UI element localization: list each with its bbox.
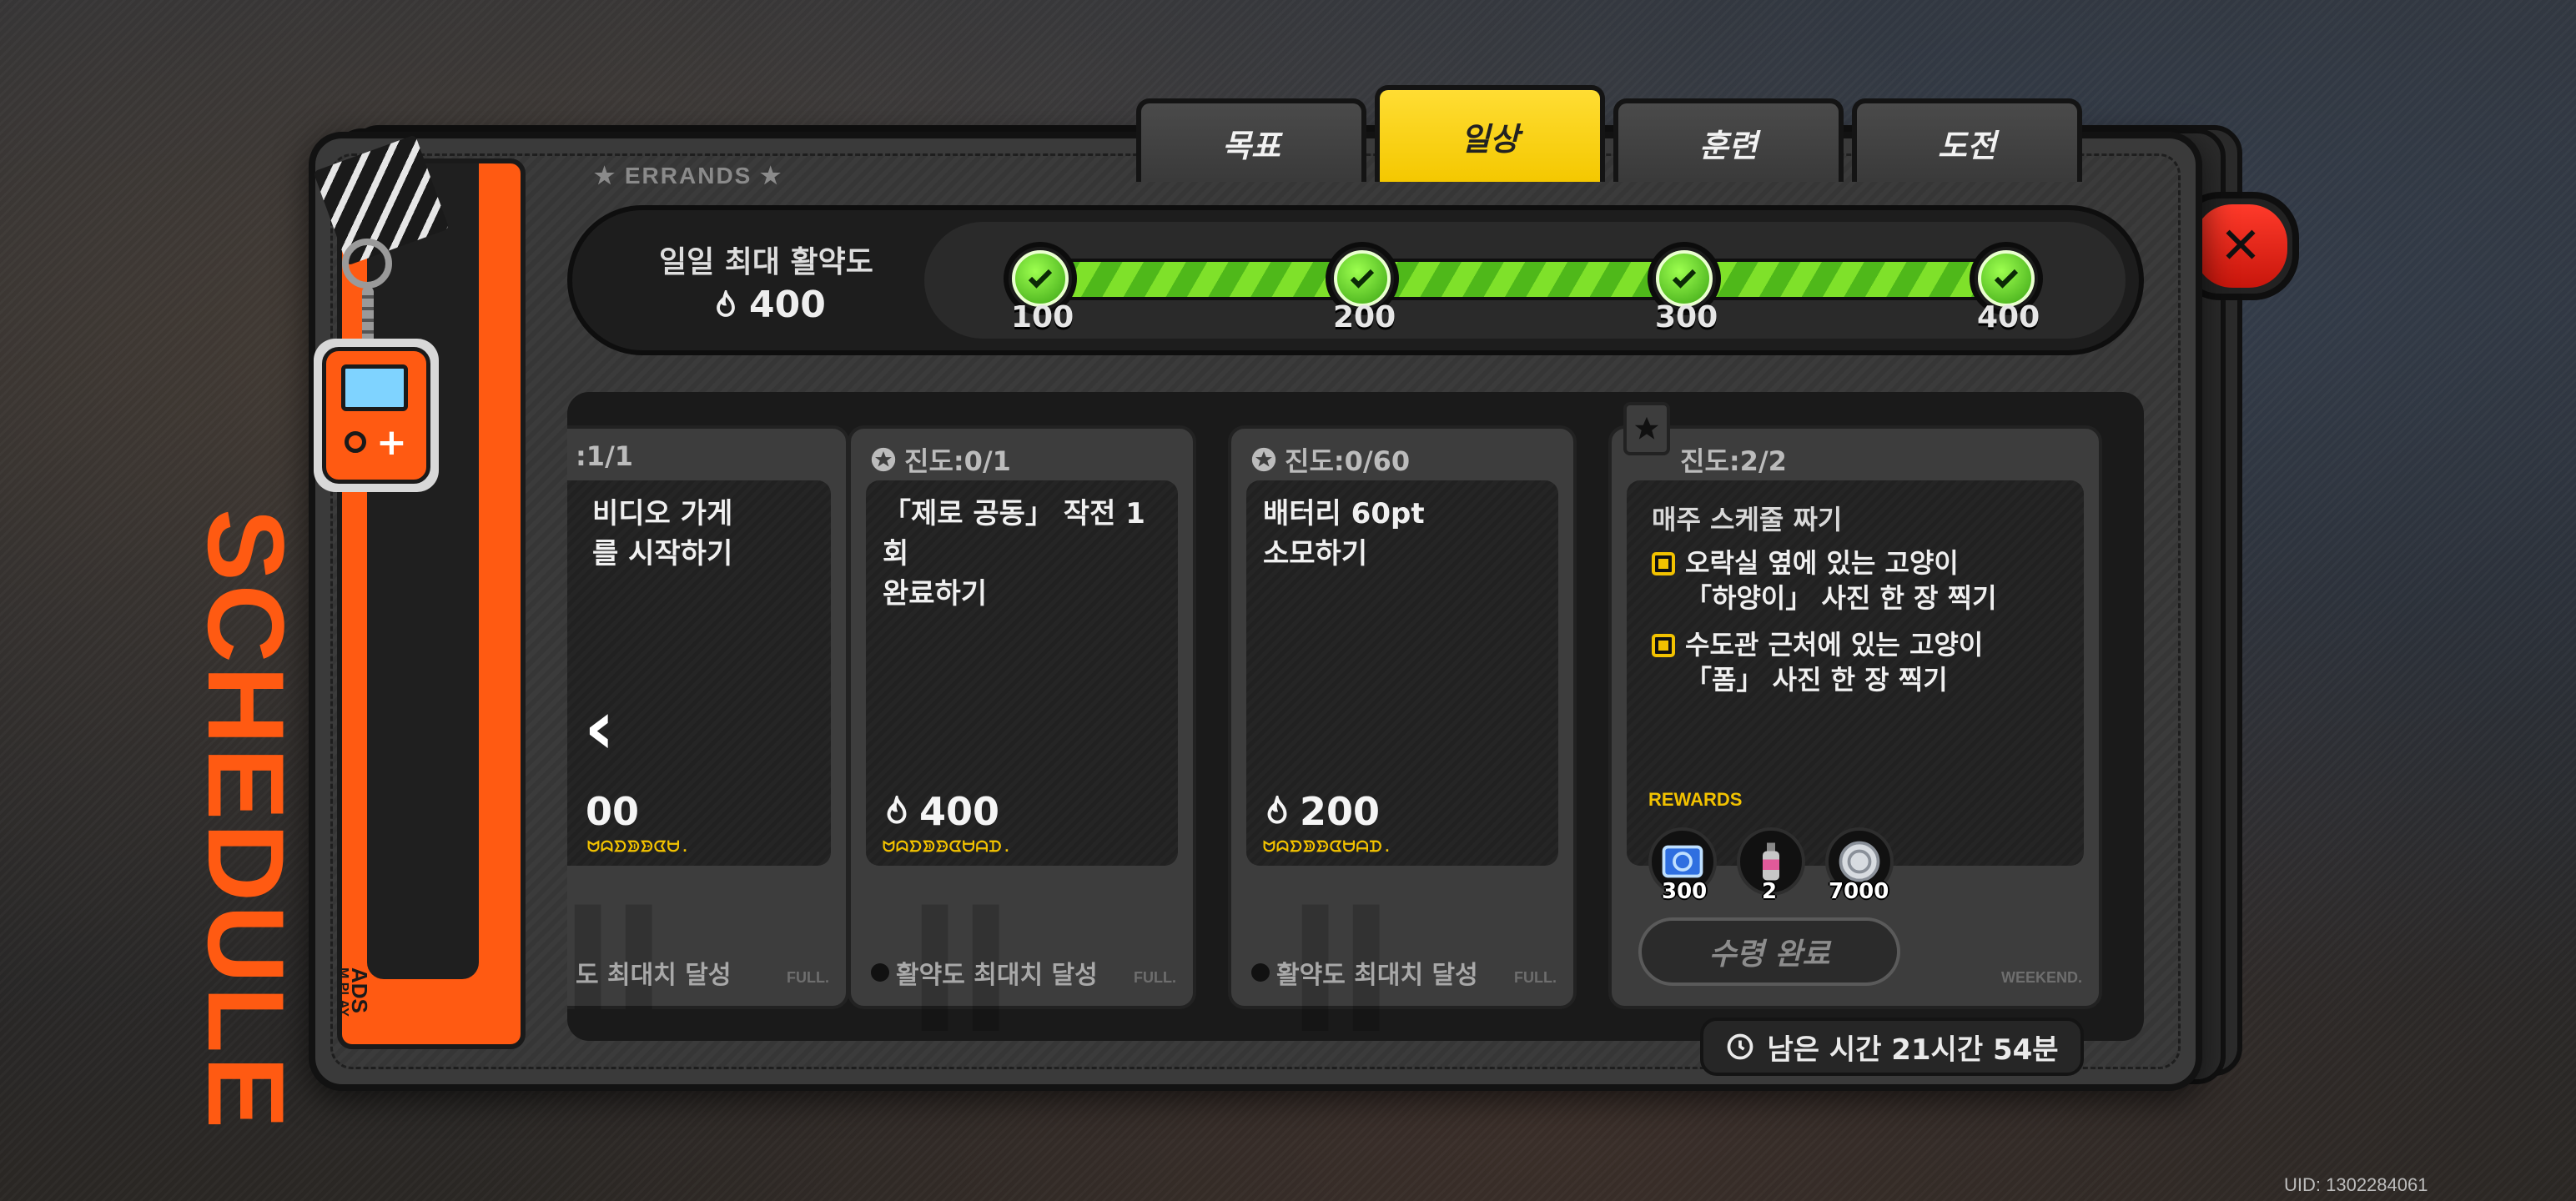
- claim-complete-button[interactable]: 수령 완료: [1638, 917, 1900, 986]
- card-points-value: 400: [919, 789, 1000, 834]
- card-points-deco: ᗢᗣᗤᗥᗦᗧᗨ.: [587, 840, 691, 857]
- check-icon: [1028, 269, 1053, 289]
- activity-value: 400: [711, 284, 826, 326]
- banner-title: SCHEDULE: [185, 509, 307, 1133]
- card-progress-text: 진도:0/60: [1285, 445, 1411, 477]
- card-footer: 활약도 최대치 달성: [1251, 954, 1478, 991]
- banner-subtitle-2: M PLAY: [336, 967, 350, 1017]
- card-description: 비디오 가게 를 시작하기: [592, 497, 733, 570]
- reward-count: 300: [1662, 879, 1708, 904]
- card-footer-tag: FULL.: [1134, 969, 1176, 986]
- card-progress: 진도:0/60: [1250, 440, 1410, 479]
- card-points-value: 00: [586, 789, 640, 834]
- reward-count: 7000: [1829, 879, 1889, 904]
- flame-icon: [887, 796, 907, 824]
- tab-goal[interactable]: 목표: [1136, 98, 1366, 182]
- star-circle-icon: [1251, 447, 1276, 472]
- card-footer-tag: FULL.: [787, 969, 829, 986]
- quest-card[interactable]: II 진도:0/60 배터리 60pt 소모하기 200 ᗢᗣᗤᗥᗦᗧᗨᗩᗪ. …: [1228, 425, 1577, 1070]
- remaining-time: 남은 시간 21시간 54분: [1700, 1018, 2084, 1076]
- card-description: 배터리 60pt 소모하기: [1263, 497, 1425, 570]
- card-points: 200: [1261, 789, 1380, 834]
- weekly-task-text: 오락실 옆에 있는 고양이 「하양이」 사진 한 장 찍기: [1685, 547, 1997, 614]
- check-icon: [1350, 269, 1375, 289]
- uid-label: UID: 1302284061: [2284, 1174, 2428, 1195]
- handheld-console-icon: +: [314, 339, 439, 492]
- flame-icon: [1267, 796, 1287, 824]
- checkbox-checked-icon: [1652, 552, 1675, 575]
- check-icon: [1994, 269, 2019, 289]
- card-points: 400: [881, 789, 999, 834]
- checkbox-checked-icon: [1652, 634, 1675, 657]
- weekly-task-list: 오락실 옆에 있는 고양이 「하양이」 사진 한 장 찍기 수도관 근처에 있는…: [1652, 534, 2069, 697]
- weekly-task: 수도관 근처에 있는 고양이 「폼」 사진 한 장 찍기: [1652, 627, 2069, 697]
- keychain: +: [310, 133, 460, 550]
- check-icon: [1672, 269, 1697, 289]
- card-progress-text: 진도:0/1: [904, 445, 1011, 477]
- activity-progress-track: [1034, 259, 2019, 300]
- flame-icon: [717, 289, 735, 317]
- card-footer-text: 활약도 최대치 달성: [1276, 961, 1478, 990]
- card-footer-tag: FULL.: [1514, 969, 1557, 986]
- weekly-task: 오락실 옆에 있는 고양이 「하양이」 사진 한 장 찍기: [1652, 545, 2069, 616]
- activity-value-text: 400: [749, 284, 826, 326]
- card-footer: 도 최대치 달성: [576, 954, 732, 991]
- milestone-label-2: 200: [1333, 300, 1396, 334]
- card-body: 배터리 60pt 소모하기 200 ᗢᗣᗤᗥᗦᗧᗨᗩᗪ.: [1246, 480, 1558, 866]
- activity-title: 일일 최대 활약도: [659, 245, 873, 279]
- keychain-chain: [362, 287, 374, 345]
- milestone-label-4: 400: [1977, 300, 2040, 334]
- keychain-ring: [342, 239, 392, 289]
- star-circle-icon: [871, 447, 896, 472]
- quest-card[interactable]: II 진도:0/1 「제로 공동」 작전 1회 완료하기 400 ᗢᗣᗤᗥᗦᗧᗨ…: [848, 425, 1196, 1070]
- dot-icon: [1251, 963, 1270, 982]
- star-icon: [1634, 416, 1659, 440]
- card-footer-tag: WEEKEND.: [2000, 969, 2082, 986]
- card-progress: 진도:2/2: [1680, 445, 1787, 477]
- tab-training[interactable]: 훈련: [1613, 98, 1844, 182]
- reward-count: 2: [1762, 879, 1778, 904]
- card-points-deco: ᗢᗣᗤᗥᗦᗧᗨᗩᗪ.: [1263, 840, 1393, 857]
- weekly-title: 매주 스케줄 짜기: [1652, 504, 1843, 535]
- card-points-deco: ᗢᗣᗤᗥᗦᗧᗨᗩᗪ.: [883, 840, 1013, 857]
- card-body: 「제로 공동」 작전 1회 완료하기 400 ᗢᗣᗤᗥᗦᗧᗨᗩᗪ.: [866, 480, 1178, 866]
- card-footer-text: 활약도 최대치 달성: [896, 961, 1098, 990]
- rewards-label: REWARDS: [1648, 789, 1743, 810]
- section-label: ★ ERRANDS ★: [594, 163, 783, 188]
- remaining-time-text: 남은 시간 21시간 54분: [1767, 1033, 2059, 1067]
- clock-icon: [1728, 1033, 1753, 1060]
- close-icon: ✕: [2194, 204, 2287, 288]
- card-progress: 진도:0/1: [869, 440, 1011, 479]
- star-badge: [1623, 402, 1670, 455]
- card-progress: :1/1: [576, 440, 634, 472]
- milestone-label-1: 100: [1011, 300, 1074, 334]
- card-body: 매주 스케줄 짜기 오락실 옆에 있는 고양이 「하양이」 사진 한 장 찍기 …: [1627, 480, 2084, 866]
- card-points: 00: [586, 789, 639, 834]
- card-description: 「제로 공동」 작전 1회 완료하기: [883, 497, 1145, 611]
- card-points-value: 200: [1300, 789, 1381, 834]
- weekly-task-text: 수도관 근처에 있는 고양이 「폼」 사진 한 장 찍기: [1685, 629, 1984, 696]
- dot-icon: [871, 963, 889, 982]
- chevron-left-icon[interactable]: ‹: [584, 684, 615, 771]
- tab-challenge[interactable]: 도전: [1852, 98, 2082, 182]
- milestone-label-3: 300: [1655, 300, 1718, 334]
- card-footer-text: 도 최대치 달성: [576, 961, 732, 990]
- card-footer: 활약도 최대치 달성: [871, 954, 1098, 991]
- tab-daily[interactable]: 일상: [1375, 85, 1605, 182]
